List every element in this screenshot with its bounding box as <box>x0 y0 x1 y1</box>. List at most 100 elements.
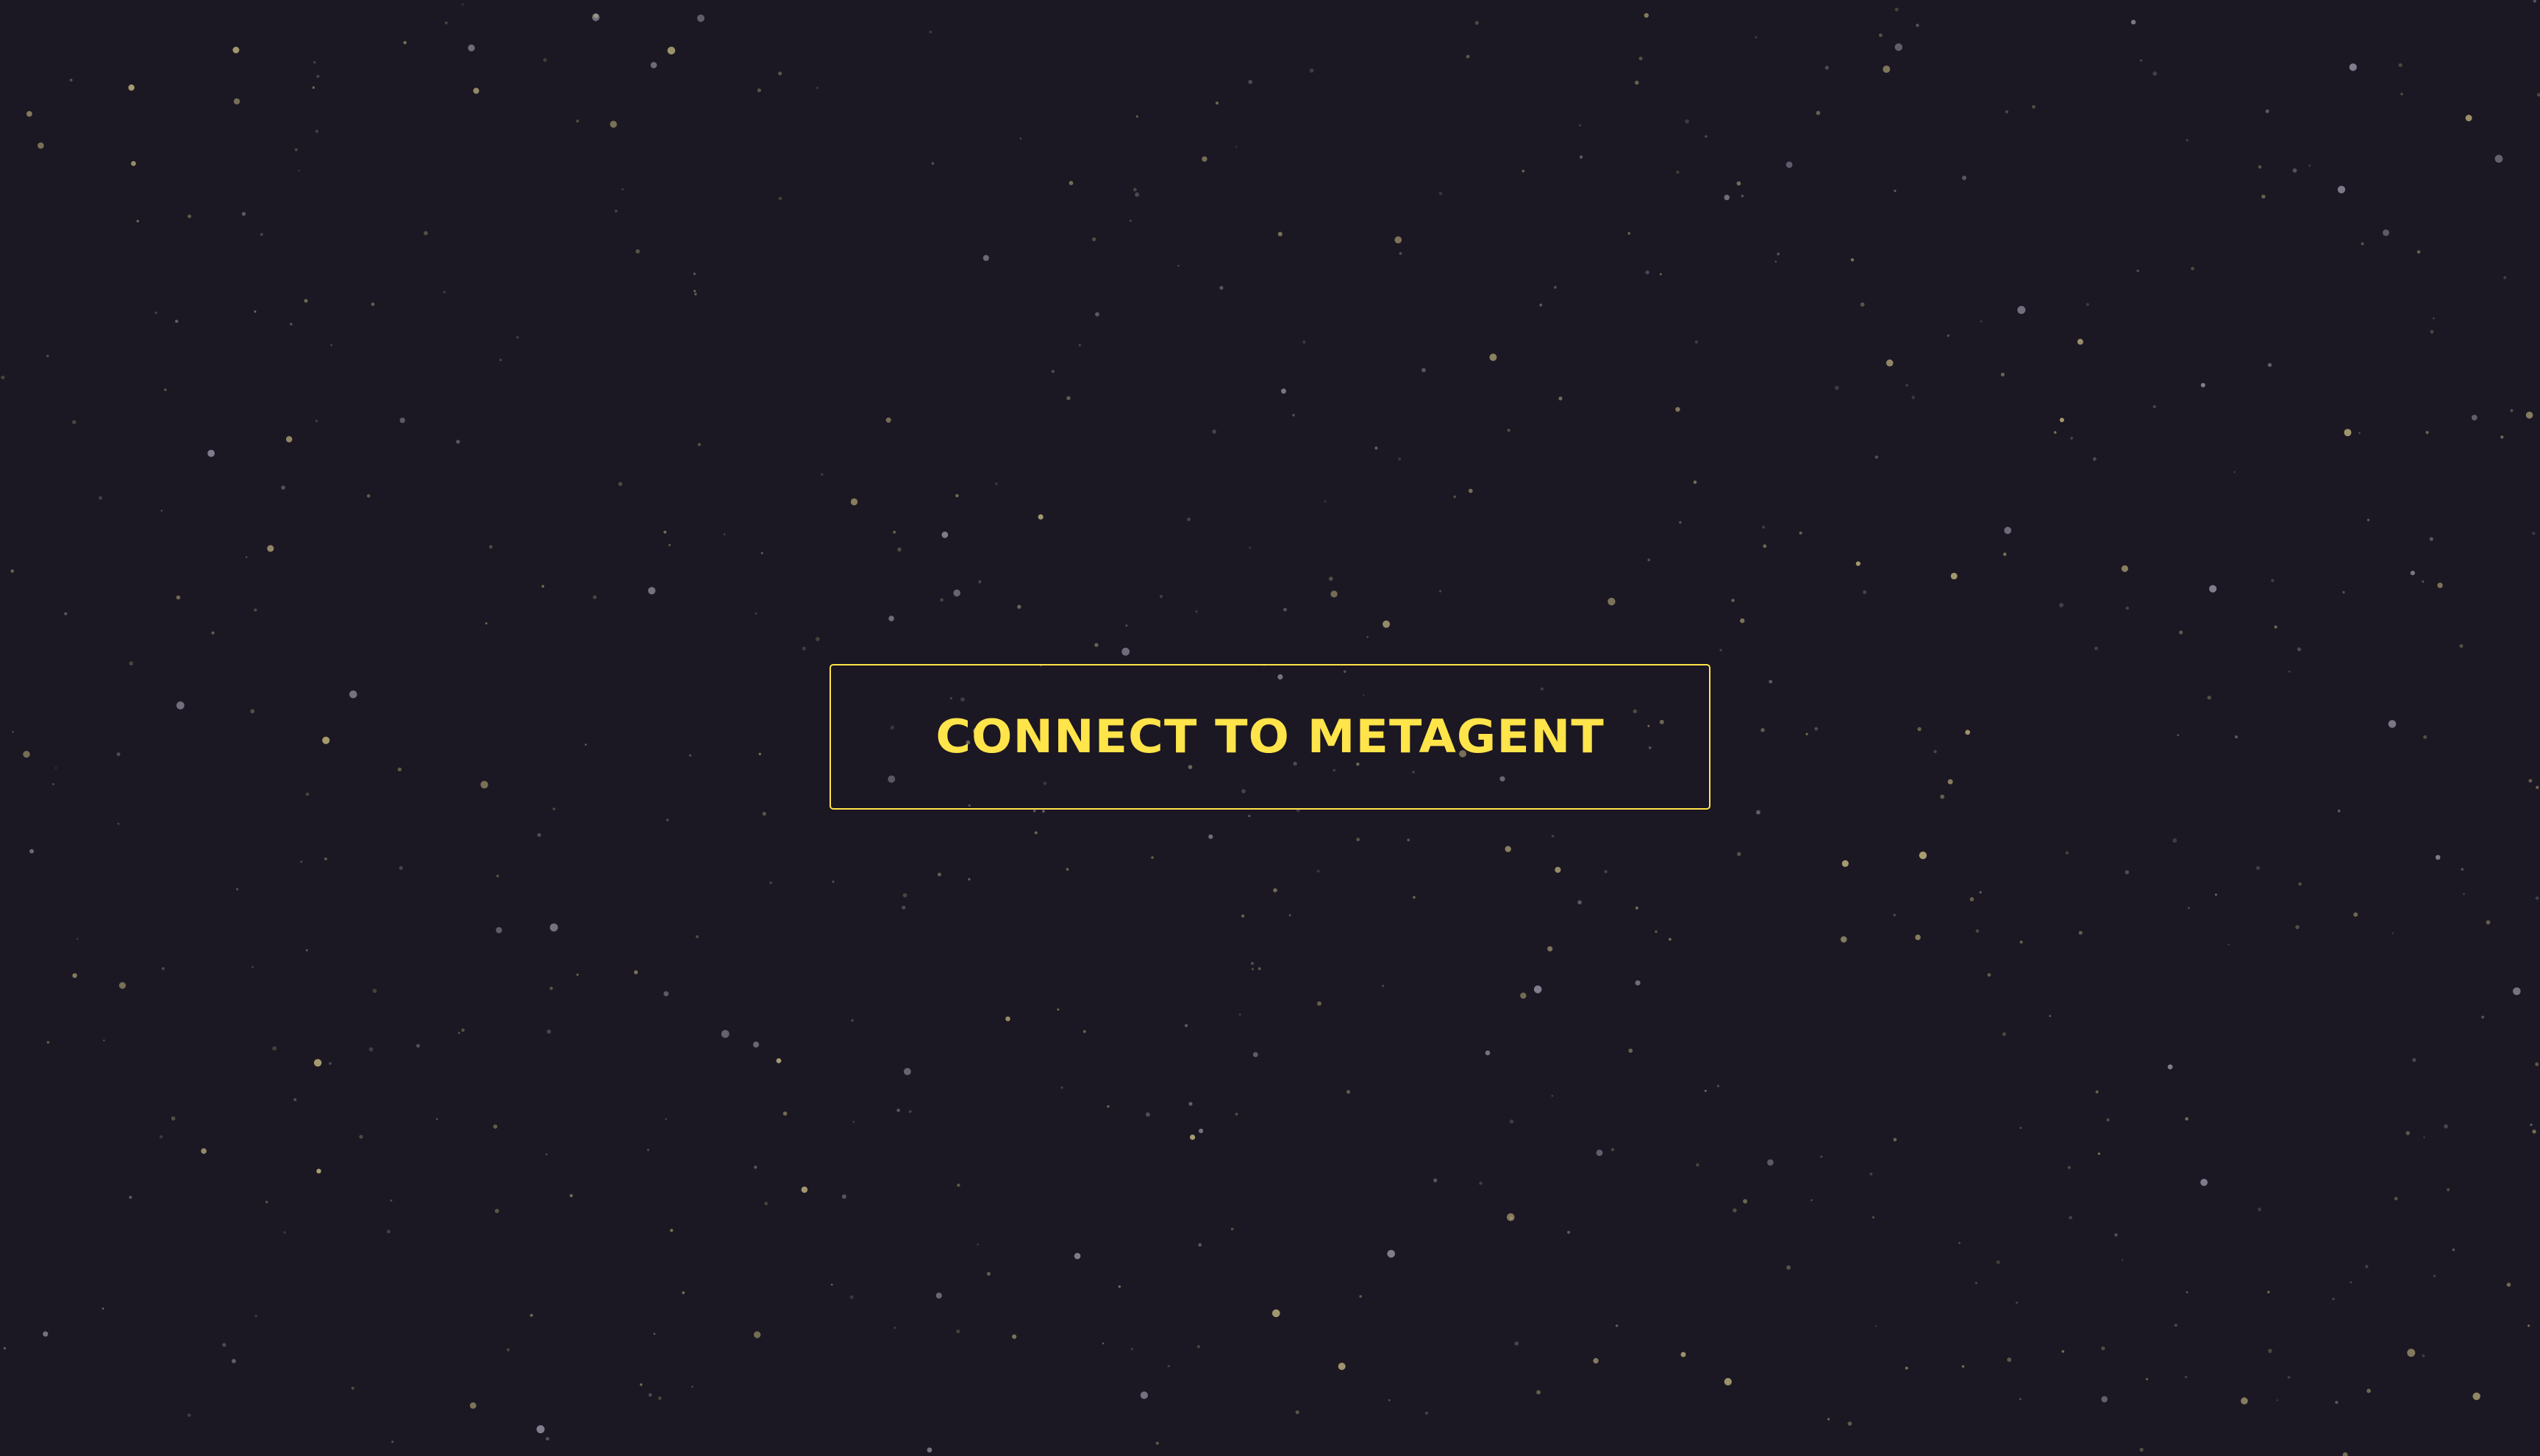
star <box>154 311 157 314</box>
star <box>569 1193 573 1198</box>
star <box>2215 893 2217 896</box>
star <box>1911 396 1915 399</box>
star <box>1159 595 1163 599</box>
star <box>207 449 215 457</box>
star <box>2353 912 2358 917</box>
star <box>696 935 699 938</box>
star <box>1198 1243 1202 1247</box>
star <box>2447 1188 2450 1191</box>
star <box>1777 252 1780 256</box>
star <box>1202 156 1207 162</box>
star <box>1947 779 1953 785</box>
star <box>1680 1352 1686 1357</box>
star <box>2337 809 2341 813</box>
star <box>665 1118 667 1121</box>
star <box>593 13 599 18</box>
star <box>2095 1090 2099 1093</box>
star <box>1610 1148 1615 1152</box>
star <box>444 21 448 25</box>
star <box>2349 63 2357 71</box>
star <box>2265 109 2269 113</box>
star <box>160 510 163 512</box>
star <box>2078 930 2083 935</box>
star <box>2106 1118 2110 1121</box>
star <box>281 485 285 490</box>
star <box>2167 1064 2173 1070</box>
star <box>2177 734 2180 736</box>
star <box>691 1385 693 1388</box>
star <box>849 1295 854 1299</box>
star <box>371 302 375 307</box>
star <box>689 754 691 757</box>
star <box>670 1229 674 1232</box>
star <box>2528 779 2533 783</box>
star <box>2241 1397 2248 1405</box>
star <box>1635 80 1639 85</box>
star <box>1230 1227 1234 1231</box>
star <box>1814 727 1819 731</box>
star <box>1539 303 1543 307</box>
star <box>1438 191 1443 196</box>
star <box>1012 1334 1017 1339</box>
star <box>1092 237 1096 242</box>
star <box>1281 388 1286 394</box>
star <box>1177 265 1180 267</box>
star <box>957 1183 960 1187</box>
star <box>176 595 181 600</box>
star <box>940 598 943 602</box>
star <box>2121 1259 2124 1261</box>
star <box>2513 987 2521 996</box>
star <box>1489 353 1497 361</box>
star <box>1947 334 1949 338</box>
star <box>1133 188 1137 192</box>
star <box>615 210 618 213</box>
star <box>1554 285 1557 289</box>
star <box>1251 968 1254 971</box>
star <box>12 730 14 733</box>
star <box>2121 565 2128 572</box>
star <box>1886 359 1894 367</box>
star <box>1187 517 1191 521</box>
star <box>1235 1113 1238 1116</box>
star <box>1188 1102 1193 1106</box>
star <box>164 388 167 391</box>
star <box>2002 552 2007 556</box>
star <box>1567 1230 1571 1234</box>
star <box>1705 135 1708 138</box>
star <box>1066 396 1071 401</box>
star <box>1399 251 1402 255</box>
star <box>232 1359 236 1363</box>
star <box>908 1110 912 1113</box>
connect-button[interactable]: CONNECT TO METAGENT <box>830 664 1710 810</box>
star <box>2019 1127 2022 1130</box>
star <box>349 690 357 699</box>
star <box>2125 870 2130 874</box>
star <box>1249 546 1252 549</box>
star <box>416 1043 420 1048</box>
star <box>2271 579 2275 582</box>
star <box>851 1019 854 1022</box>
star <box>1933 749 1937 754</box>
star <box>697 14 704 22</box>
star <box>2435 854 2441 860</box>
star <box>832 880 835 883</box>
star <box>1763 544 1767 549</box>
star <box>233 98 240 105</box>
star <box>1965 729 1971 735</box>
star <box>2152 71 2158 76</box>
star <box>99 496 103 500</box>
star <box>1635 980 1641 986</box>
star <box>2388 720 2397 728</box>
star <box>2267 1291 2270 1293</box>
star <box>1238 1013 1241 1016</box>
star <box>1820 1155 1823 1158</box>
star <box>1824 65 1829 70</box>
star <box>1199 1128 1204 1133</box>
star <box>322 736 330 744</box>
star <box>330 343 332 346</box>
star <box>2125 606 2130 610</box>
star <box>496 927 502 934</box>
star <box>2288 670 2291 673</box>
star <box>2209 585 2217 593</box>
star <box>1505 846 1511 852</box>
